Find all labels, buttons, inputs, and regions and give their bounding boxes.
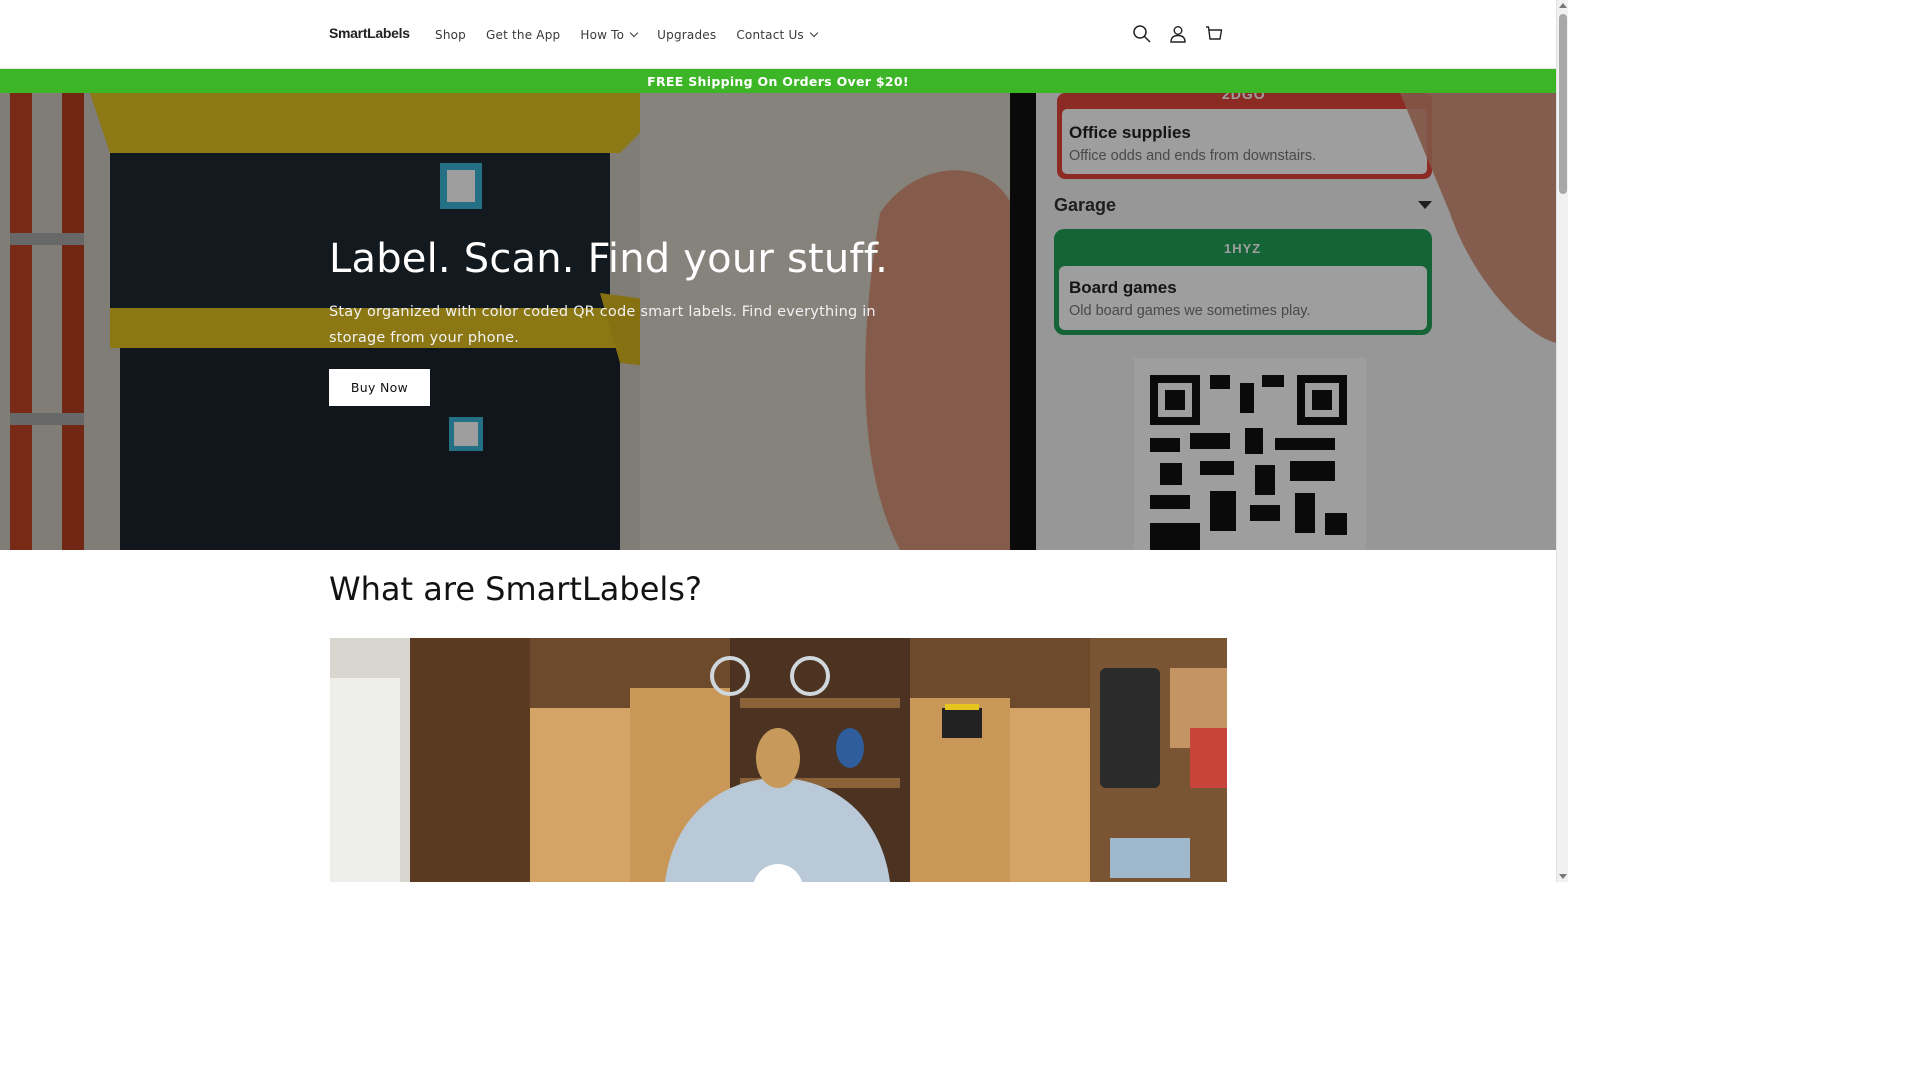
nav-contact-us-label: Contact Us bbox=[736, 27, 804, 42]
buy-now-button[interactable]: Buy Now bbox=[329, 369, 430, 406]
nav-get-the-app-label: Get the App bbox=[485, 27, 561, 42]
page-scrollbar[interactable] bbox=[1556, 0, 1568, 882]
site-logo[interactable]: SmartLabels bbox=[329, 25, 410, 41]
header-icons bbox=[1124, 16, 1232, 52]
scroll-up-icon[interactable] bbox=[1559, 3, 1567, 8]
nav-upgrades[interactable]: Upgrades bbox=[647, 28, 726, 42]
nav-shop[interactable]: Shop bbox=[425, 28, 476, 42]
section-title: What are SmartLabels? bbox=[329, 570, 702, 608]
scroll-down-icon[interactable] bbox=[1559, 874, 1567, 879]
hero-subtitle: Stay organized with color coded QR code … bbox=[329, 304, 876, 346]
announcement-bar: FREE Shipping On Orders Over $20! bbox=[0, 69, 1556, 93]
nav-contact-us[interactable]: Contact Us bbox=[726, 28, 827, 42]
hero-title: Label. Scan. Find your stuff. bbox=[329, 236, 888, 282]
scroll-thumb[interactable] bbox=[1559, 14, 1567, 194]
nav-upgrades-label: Upgrades bbox=[657, 27, 717, 42]
chevron-down-icon bbox=[809, 28, 819, 37]
site-header: SmartLabels Shop Get the App How To Upgr… bbox=[0, 0, 1556, 69]
cart-icon[interactable] bbox=[1196, 16, 1232, 52]
nav-shop-label: Shop bbox=[435, 27, 466, 42]
hero-banner: 2DGO Office supplies Office odds and end… bbox=[0, 93, 1556, 550]
account-icon[interactable] bbox=[1160, 16, 1196, 52]
nav-get-the-app[interactable]: Get the App bbox=[476, 28, 570, 42]
search-icon[interactable] bbox=[1124, 16, 1160, 52]
nav-how-to-label: How To bbox=[580, 27, 625, 42]
nav-how-to[interactable]: How To bbox=[570, 28, 647, 42]
garage-image bbox=[330, 638, 1227, 882]
video-thumbnail[interactable] bbox=[330, 638, 1227, 882]
chevron-down-icon bbox=[629, 28, 639, 37]
main-nav: Shop Get the App How To Upgrades Contact… bbox=[425, 0, 827, 69]
